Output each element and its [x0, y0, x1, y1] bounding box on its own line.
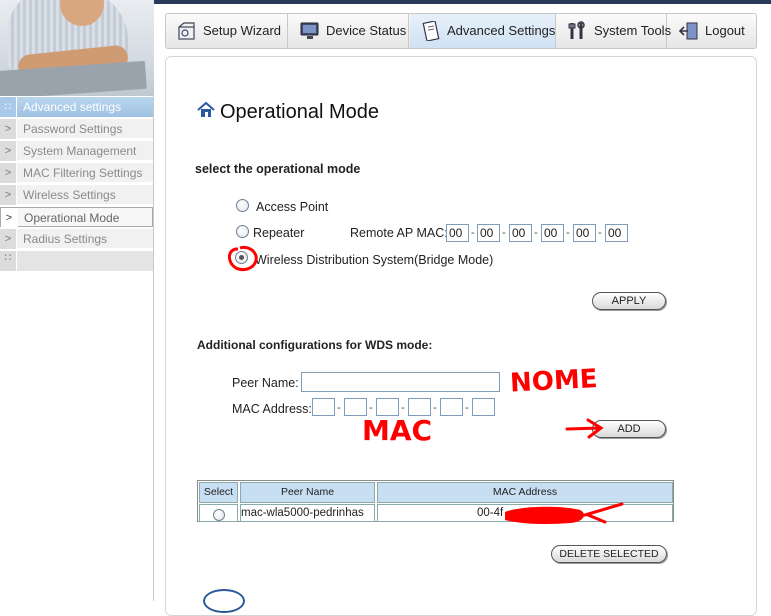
mac-address-field-1[interactable] [312, 398, 335, 416]
table-row-select-radio[interactable] [213, 509, 225, 521]
remote-ap-mac-field-2[interactable] [477, 224, 500, 242]
mac-address-field-6[interactable] [472, 398, 495, 416]
wds-bridge-label: Wireless Distribution System(Bridge Mode… [255, 253, 494, 267]
sidebar-item-operational-mode[interactable]: > Operational Mode [0, 207, 153, 228]
logout-icon [678, 22, 698, 40]
mac-address-field-5[interactable] [440, 398, 463, 416]
chevron-right-icon: > [0, 141, 17, 161]
mac-separator: - [598, 227, 602, 239]
mac-separator: - [534, 227, 538, 239]
top-line [154, 0, 771, 4]
mac-address-field-2[interactable] [344, 398, 367, 416]
wds-section-label: Additional configurations for WDS mode: [197, 338, 433, 352]
sidebar-footer: ∷ [0, 251, 153, 271]
mode-section-label: select the operational mode [195, 162, 361, 176]
setup-wizard-icon [178, 22, 195, 40]
dots-icon: ∷ [0, 97, 17, 117]
repeater-label: Repeater [253, 226, 305, 240]
access-point-label: Access Point [256, 200, 329, 214]
mac-separator: - [471, 227, 475, 239]
remote-ap-mac-field-4[interactable] [541, 224, 564, 242]
apply-button[interactable]: APPLY [592, 292, 666, 310]
wds-peer-table: Select Peer Name MAC Address mac-wla5000… [197, 480, 674, 522]
mac-separator: - [433, 402, 437, 414]
brand-logo [203, 589, 245, 613]
mac-separator: - [566, 227, 570, 239]
table-header-mac-address: MAC Address [377, 482, 673, 503]
sidebar-item-system-management[interactable]: > System Management [0, 141, 153, 161]
tab-logout[interactable]: Logout [668, 14, 756, 48]
mac-address-label: MAC Address: [232, 402, 312, 416]
peer-name-label: Peer Name: [232, 376, 299, 390]
chevron-right-icon: > [0, 185, 17, 205]
chevron-right-icon: > [0, 119, 17, 139]
tab-system-tools[interactable]: System Tools [557, 14, 671, 48]
table-header-select: Select [199, 482, 238, 503]
remote-ap-mac-field-5[interactable] [573, 224, 596, 242]
mac-address-field-3[interactable] [376, 398, 399, 416]
chevron-right-icon: > [0, 163, 17, 183]
dots-icon: ∷ [0, 251, 17, 271]
table-cell [377, 504, 673, 522]
radio-wds-bridge[interactable] [235, 251, 248, 264]
remote-ap-mac-field-1[interactable] [446, 224, 469, 242]
monitor-icon [300, 22, 319, 39]
mac-separator: - [465, 402, 469, 414]
tools-icon [568, 21, 585, 39]
mac-separator: - [369, 402, 373, 414]
sidebar-item-mac-filtering[interactable]: > MAC Filtering Settings [0, 163, 153, 183]
mac-separator: - [401, 402, 405, 414]
mac-separator: - [337, 402, 341, 414]
delete-selected-button[interactable]: DELETE SELECTED [551, 545, 667, 563]
sidebar-item-password-settings[interactable]: > Password Settings [0, 119, 153, 139]
remote-ap-mac-label: Remote AP MAC: [350, 226, 448, 240]
radio-access-point[interactable] [236, 199, 249, 212]
table-header-peer-name: Peer Name [240, 482, 375, 503]
page-title: Operational Mode [220, 101, 379, 123]
home-icon [197, 101, 215, 117]
peer-name-input[interactable] [301, 372, 500, 392]
top-tab-bar: Setup Wizard Device Status Advanced Sett… [165, 13, 757, 49]
tab-device-status[interactable]: Device Status [289, 14, 409, 48]
sidebar-item-radius-settings[interactable]: > Radius Settings [0, 229, 153, 249]
document-icon [422, 21, 440, 41]
content-panel [165, 56, 757, 616]
sidebar-item-wireless-settings[interactable]: > Wireless Settings [0, 185, 153, 205]
radio-repeater[interactable] [236, 225, 249, 238]
remote-ap-mac-field-6[interactable] [605, 224, 628, 242]
remote-ap-mac-field-3[interactable] [509, 224, 532, 242]
sidebar-header: ∷ Advanced settings [0, 97, 153, 117]
left-column: ∷ Advanced settings > Password Settings … [0, 0, 154, 601]
header-photo [0, 0, 154, 96]
table-cell-mac: 00-4f [477, 507, 504, 519]
mac-separator: - [502, 227, 506, 239]
chevron-right-icon: > [1, 208, 18, 228]
mac-address-field-4[interactable] [408, 398, 431, 416]
tab-advanced-settings[interactable]: Advanced Settings [410, 14, 556, 48]
add-button[interactable]: ADD [592, 420, 666, 438]
tab-setup-wizard[interactable]: Setup Wizard [166, 14, 288, 48]
table-cell-peer-name: mac-wla5000-pedrinhas [241, 507, 364, 519]
chevron-right-icon: > [0, 229, 17, 249]
